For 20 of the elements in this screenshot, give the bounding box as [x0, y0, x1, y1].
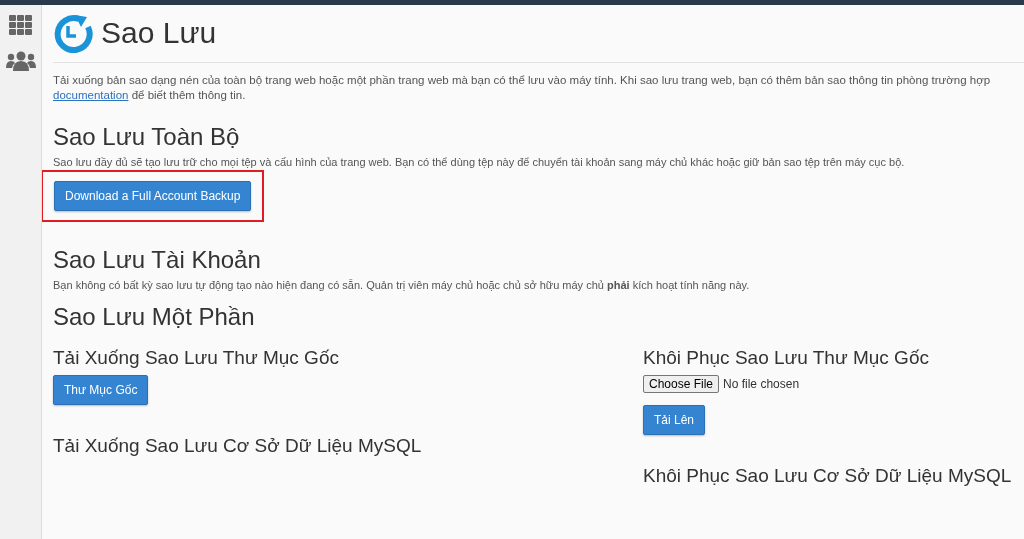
users-icon[interactable] — [5, 51, 36, 71]
upload-button[interactable]: Tải Lên — [643, 405, 706, 435]
intro-text: Tải xuống bản sao dạng nén của toàn bộ trang web hoặc một phần trang web mà bạn có thể lưu vào máy tính. Khi sao lưu trang web, bạn có thêm bản sao thông tin phòng trường hợp documentation để biết thêm thông tin. — [53, 73, 992, 103]
choose-file-button[interactable]: Choose File — [643, 375, 720, 393]
download-backup-button[interactable]: Download a Full Account Backup — [54, 181, 252, 211]
section-heading: Sao Lưu Một Phần — [53, 303, 256, 331]
section-description: Sao lưu đầy đủ sẽ tạo lưu trữ cho mọi tệp và cấu hình của trang web. Bạn có thể dùng tệp này để chuyển tài khoản sang máy chủ khác hoặc giữ bản sao tệp trên máy cục bộ. — [53, 156, 906, 168]
subsection-heading: Khôi Phục Sao Lưu Thư Mục Gốc — [643, 347, 930, 369]
file-status-text: No file chosen — [723, 377, 800, 391]
page-title: Sao Lưu — [101, 15, 217, 50]
apps-grid-icon[interactable] — [8, 15, 33, 35]
section-description: Bạn không có bất kỳ sao lưu tự động tạo nào hiện đang có sẵn. Quản trị viên máy chủ hoặc chủ sở hữu máy chủ phải kích hoạt tính năng này. — [53, 279, 751, 291]
section-heading: Sao Lưu Tài Khoản — [53, 246, 262, 274]
subsection-heading: Khôi Phục Sao Lưu Cơ Sở Dữ Liệu MySQL — [643, 465, 1013, 487]
subsection-heading: Tải Xuống Sao Lưu Thư Mục Gốc — [53, 347, 340, 369]
download-button[interactable]: Thư Mục Gốc — [53, 375, 149, 405]
section-heading: Sao Lưu Toàn Bộ — [53, 123, 241, 151]
subsection-heading: Tải Xuống Sao Lưu Cơ Sở Dữ Liệu MySQL — [53, 435, 423, 457]
backup-clock-icon — [53, 12, 93, 53]
documentation-link[interactable]: documentation — [53, 89, 129, 101]
